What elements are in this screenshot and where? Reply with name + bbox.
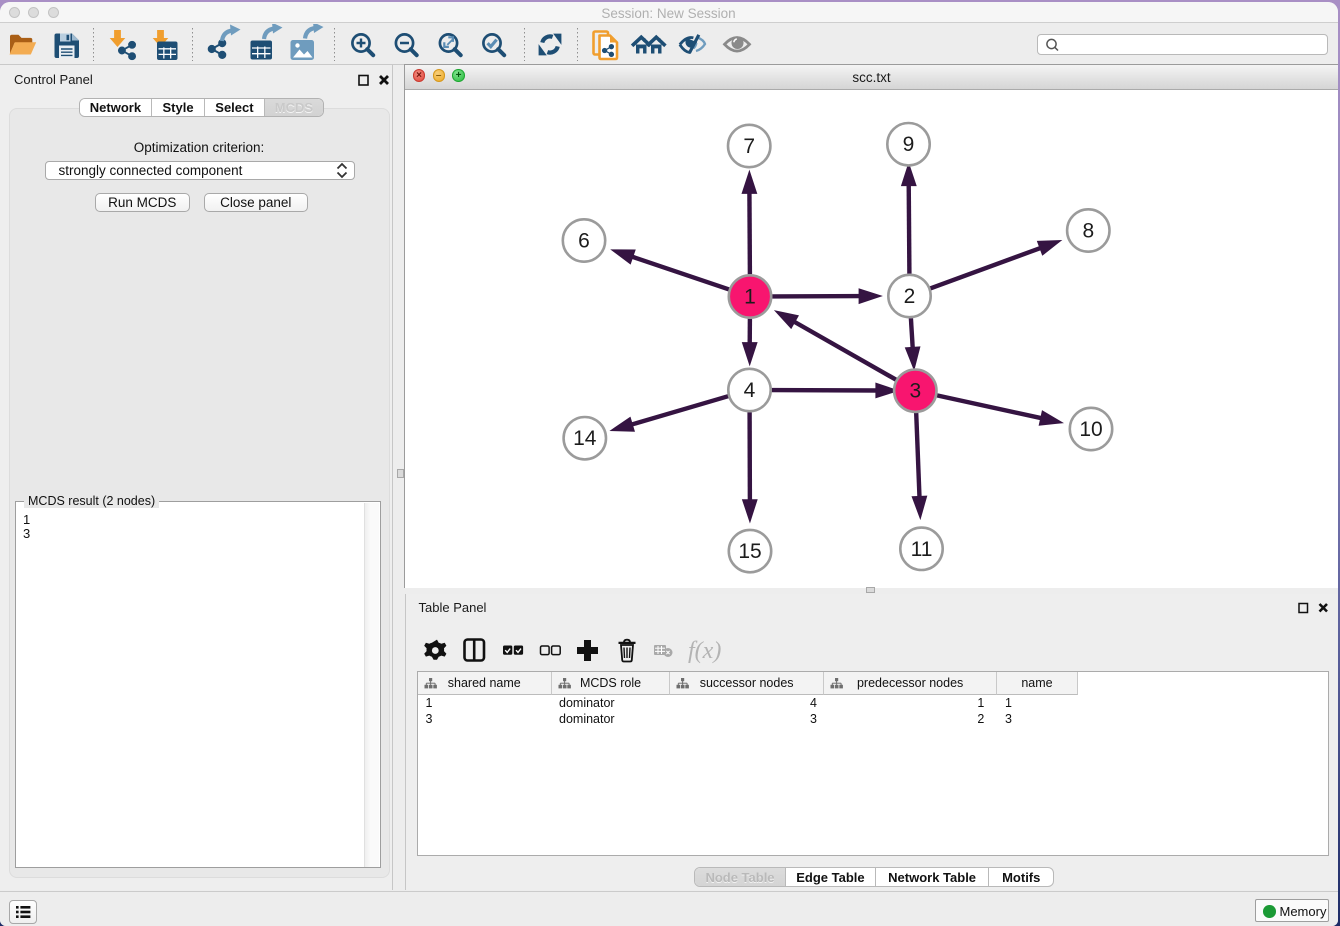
svg-text:11: 11 <box>911 538 933 561</box>
svg-text:f(x): f(x) <box>688 638 721 664</box>
svg-text:2: 2 <box>904 285 916 308</box>
svg-text:7: 7 <box>743 135 755 158</box>
svg-text:3: 3 <box>909 380 921 403</box>
svg-text:10: 10 <box>1079 418 1102 441</box>
svg-text:6: 6 <box>578 230 590 253</box>
svg-text:14: 14 <box>573 427 597 450</box>
svg-text:8: 8 <box>1082 220 1094 243</box>
svg-text:15: 15 <box>738 540 761 563</box>
svg-text:1: 1 <box>744 286 756 309</box>
svg-text:9: 9 <box>903 133 915 156</box>
svg-text:4: 4 <box>744 379 756 402</box>
